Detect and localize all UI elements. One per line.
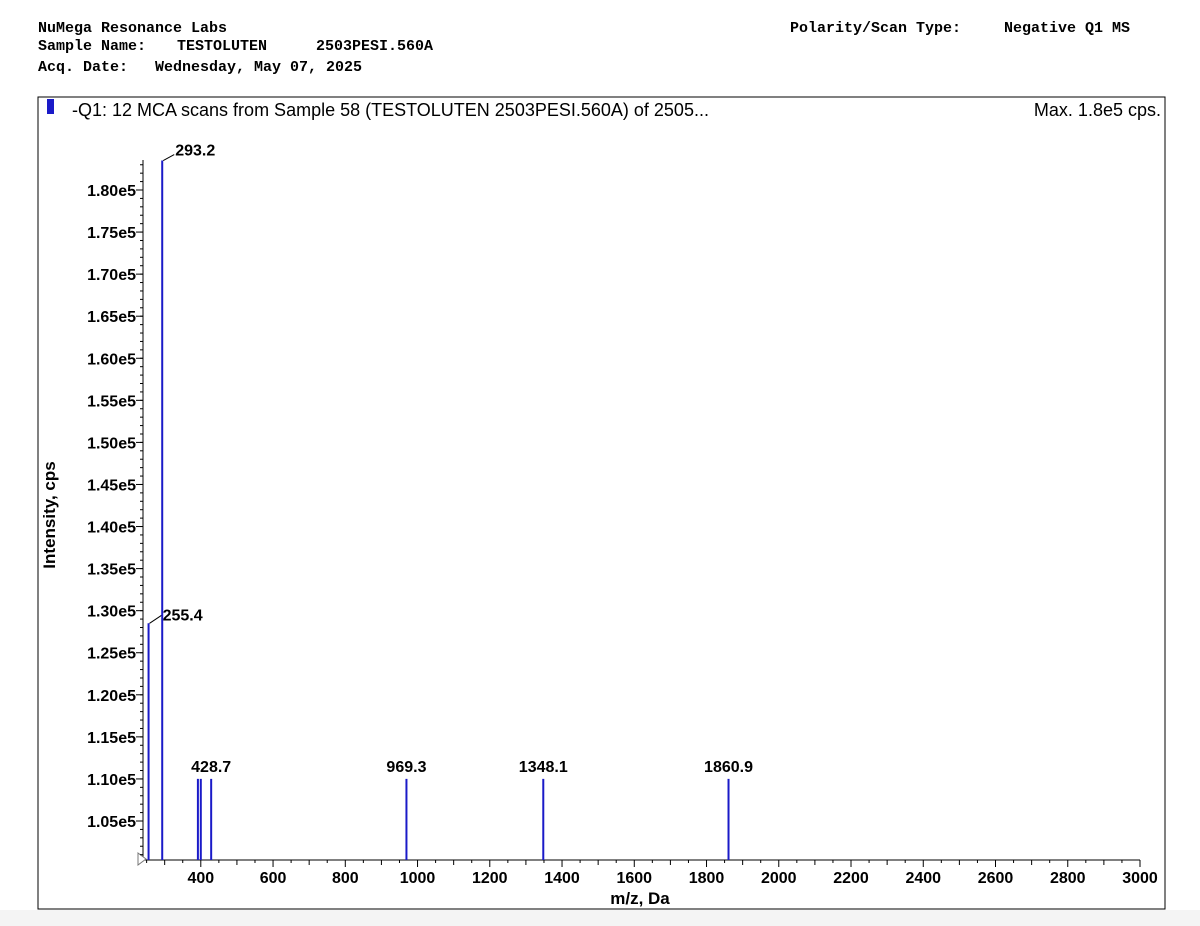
y-tick-label: 1.10e5 — [87, 772, 136, 789]
x-tick-label: 2200 — [833, 870, 869, 887]
y-tick-label: 1.70e5 — [87, 267, 136, 284]
x-tick-label: 600 — [260, 870, 287, 887]
y-axis-label: Intensity, cps — [40, 461, 59, 568]
x-tick-label: 2600 — [978, 870, 1014, 887]
peak-label: 1348.1 — [519, 759, 568, 776]
y-tick-label: 1.40e5 — [87, 520, 136, 537]
y-tick-label: 1.30e5 — [87, 604, 136, 621]
y-tick-label: 1.60e5 — [87, 351, 136, 368]
x-tick-label: 1400 — [544, 870, 580, 887]
y-tick-label: 1.50e5 — [87, 435, 136, 452]
peak-label: 969.3 — [386, 759, 426, 776]
chart-title: -Q1: 12 MCA scans from Sample 58 (TESTOL… — [72, 100, 709, 120]
x-tick-label: 2800 — [1050, 870, 1086, 887]
x-tick-label: 400 — [187, 870, 214, 887]
y-tick-label: 1.15e5 — [87, 730, 136, 747]
peak-leader-line — [149, 614, 162, 624]
peak-label: 1860.9 — [704, 759, 753, 776]
x-tick-label: 1200 — [472, 870, 508, 887]
spectrum-chart: -Q1: 12 MCA scans from Sample 58 (TESTOL… — [37, 96, 1166, 910]
peaks: 255.4 293.2 428.7 969.3 1348.1 1860.9 — [147, 143, 753, 860]
chart-frame — [37, 96, 1166, 910]
peak-label: 428.7 — [191, 759, 231, 776]
peak-leader-line — [162, 154, 175, 161]
y-tick-label: 1.65e5 — [87, 309, 136, 326]
x-tick-label: 3000 — [1122, 870, 1158, 887]
peak-label: 293.2 — [175, 143, 215, 160]
peak-label: 255.4 — [163, 607, 203, 624]
y-tick-label: 1.25e5 — [87, 646, 136, 663]
y-tick-label: 1.35e5 — [87, 562, 136, 579]
y-tick-label: 1.80e5 — [87, 183, 136, 200]
y-tick-label: 1.20e5 — [87, 688, 136, 705]
y-tick-label: 1.55e5 — [87, 393, 136, 410]
x-tick-label: 1600 — [616, 870, 652, 887]
y-tick-label: 1.75e5 — [87, 225, 136, 242]
y-ticks: 1.05e5 1.10e5 1.15e5 1.20e5 1.25e5 1.30e5 1.35… — [87, 164, 143, 856]
x-tick-label: 2000 — [761, 870, 797, 887]
x-tick-label: 800 — [332, 870, 359, 887]
x-ticks: 400 600 800 1000 1200 1400 1600 1800 2000 2200 240… — [146, 860, 1158, 887]
y-tick-label: 1.05e5 — [87, 814, 136, 831]
x-tick-label: 1800 — [689, 870, 725, 887]
max-intensity-label: Max. 1.8e5 cps. — [1034, 100, 1161, 120]
x-tick-label: 1000 — [400, 870, 436, 887]
y-tick-label: 1.45e5 — [87, 477, 136, 494]
bottom-strip — [0, 910, 1200, 926]
x-tick-label: 2400 — [905, 870, 941, 887]
x-axis-label: m/z, Da — [610, 889, 670, 908]
series-color-marker — [47, 99, 54, 114]
